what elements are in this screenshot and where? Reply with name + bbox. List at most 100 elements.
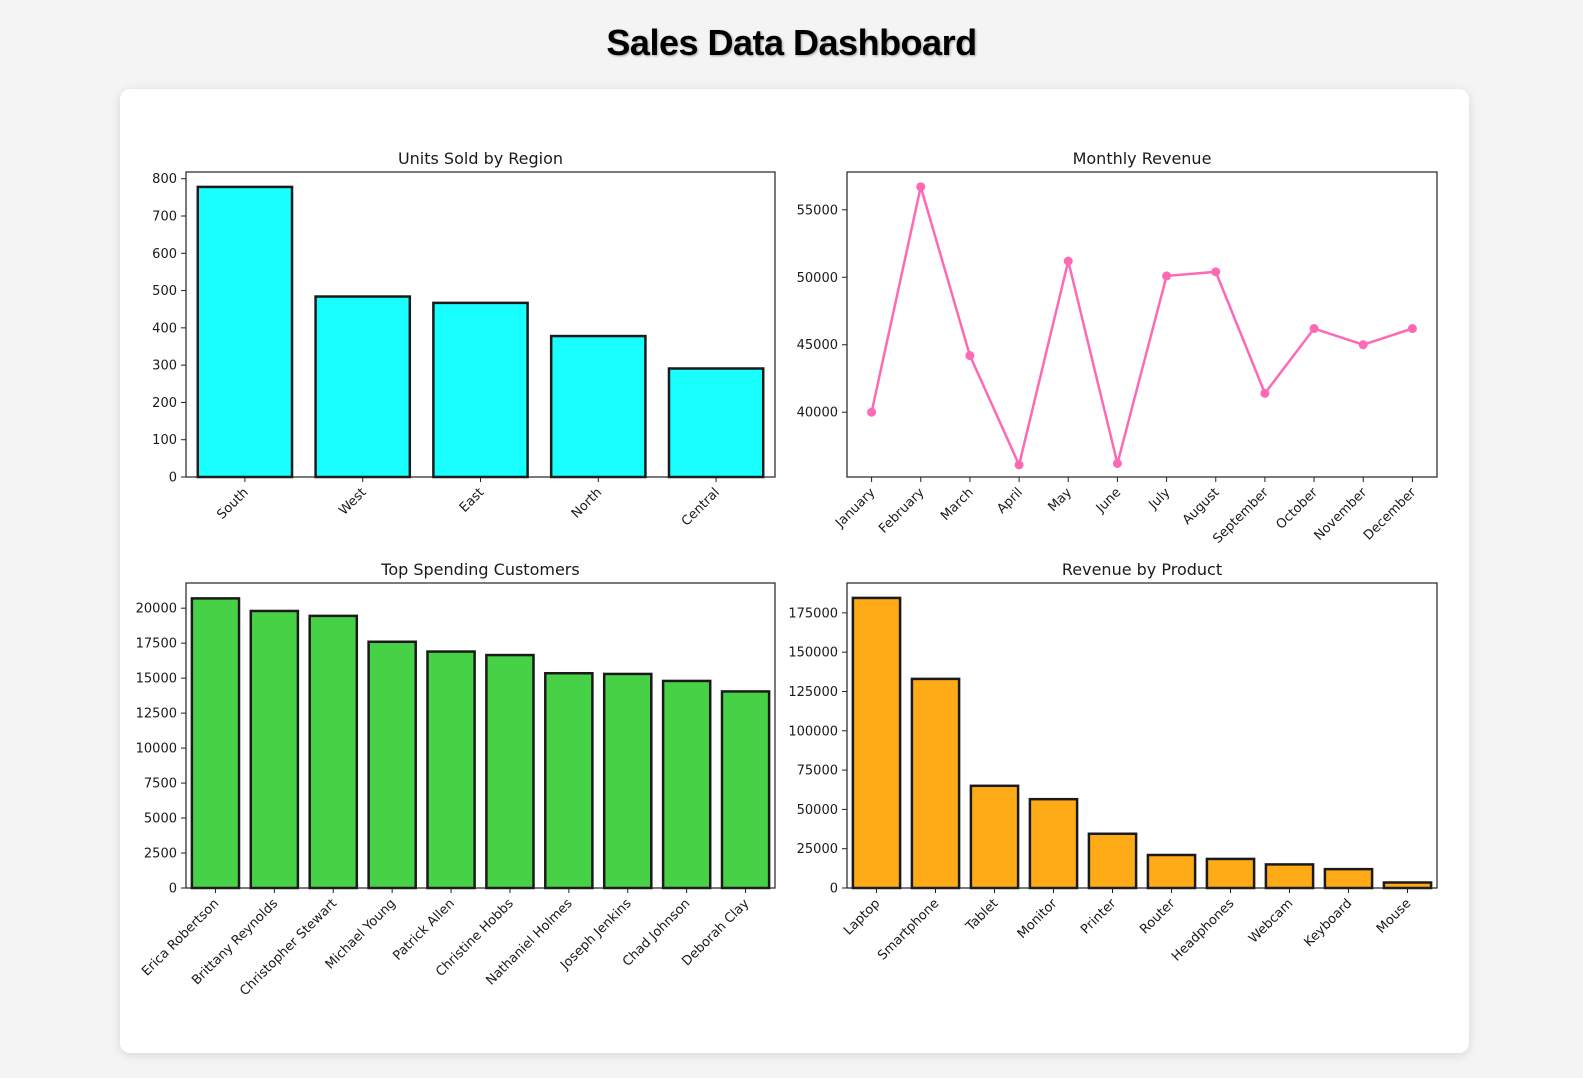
x-tick-label: Christopher Stewart bbox=[237, 896, 340, 999]
y-tick-label: 0 bbox=[830, 882, 838, 897]
x-tick-label: Printer bbox=[1078, 896, 1120, 938]
bar bbox=[1205, 857, 1256, 890]
y-tick-label: 50000 bbox=[797, 271, 838, 286]
bar bbox=[851, 596, 902, 890]
y-tick-label: 0 bbox=[169, 471, 177, 486]
y-tick-label: 700 bbox=[152, 209, 177, 224]
bar bbox=[602, 672, 653, 890]
chart-2: Monthly Revenue 40000 45000 50000 55000 Janua… bbox=[797, 149, 1438, 547]
chart-3: Top Spending Customers 0 2500 5000 7500 10000… bbox=[136, 560, 776, 999]
bar bbox=[432, 301, 529, 479]
y-tick-label: 15000 bbox=[136, 672, 177, 687]
y-tick-label: 150000 bbox=[788, 646, 838, 661]
x-tick-label: Laptop bbox=[841, 896, 883, 938]
x-tick-label: East bbox=[457, 485, 487, 515]
data-point bbox=[1162, 271, 1172, 281]
x-tick-label: Central bbox=[679, 485, 723, 529]
x-tick-label: Monitor bbox=[1015, 896, 1061, 942]
bar bbox=[308, 614, 359, 890]
bar bbox=[1028, 797, 1079, 890]
bar bbox=[1382, 881, 1433, 890]
bar bbox=[314, 295, 412, 479]
bar bbox=[667, 367, 765, 479]
y-tick-label: 500 bbox=[152, 284, 177, 299]
data-point bbox=[1014, 460, 1024, 470]
data-point bbox=[1358, 340, 1368, 350]
y-tick-label: 100 bbox=[152, 433, 177, 448]
y-tick-label: 2500 bbox=[144, 847, 177, 862]
y-tick-label: 45000 bbox=[797, 338, 838, 353]
bar bbox=[910, 677, 961, 890]
x-tick-label: August bbox=[1180, 485, 1223, 528]
bar bbox=[485, 653, 535, 890]
x-tick-label: April bbox=[994, 485, 1026, 517]
y-tick-label: 100000 bbox=[788, 724, 838, 739]
bar bbox=[661, 679, 712, 890]
x-tick-label: Keyboard bbox=[1302, 896, 1356, 950]
y-tick-label: 125000 bbox=[788, 685, 838, 700]
data-point bbox=[1407, 324, 1417, 334]
x-tick-label: North bbox=[569, 485, 605, 521]
y-tick-label: 12500 bbox=[136, 707, 177, 722]
y-tick-label: 20000 bbox=[136, 602, 177, 617]
x-tick-label: Tablet bbox=[963, 896, 1002, 935]
chart-title: Units Sold by Region bbox=[398, 149, 563, 168]
x-tick-label: May bbox=[1045, 485, 1075, 515]
data-point bbox=[1211, 267, 1221, 277]
chart-4: Revenue by Product 0 25000 50000 75000 100000… bbox=[788, 560, 1438, 964]
bar bbox=[544, 671, 594, 890]
bar bbox=[1264, 863, 1315, 890]
x-tick-label: February bbox=[876, 485, 928, 537]
y-tick-label: 300 bbox=[152, 359, 177, 374]
x-tick-label: March bbox=[938, 485, 977, 524]
chart-title: Monthly Revenue bbox=[1073, 149, 1212, 168]
y-tick-label: 400 bbox=[152, 321, 177, 336]
bar bbox=[549, 334, 647, 479]
bar bbox=[1087, 832, 1138, 890]
y-tick-label: 5000 bbox=[144, 812, 177, 827]
charts-canvas: Units Sold by Region 0 100 200 300 400 500 600 7… bbox=[136, 149, 1438, 999]
page-title: Sales Data Dashboard bbox=[606, 22, 977, 63]
bar bbox=[969, 784, 1020, 890]
x-tick-label: July bbox=[1146, 485, 1174, 513]
bar bbox=[196, 185, 294, 479]
data-point bbox=[1309, 324, 1319, 334]
series-line bbox=[870, 186, 1413, 469]
bar bbox=[426, 650, 476, 890]
y-tick-label: 10000 bbox=[136, 742, 177, 757]
x-tick-label: South bbox=[214, 485, 251, 522]
y-tick-label: 0 bbox=[169, 882, 177, 897]
data-point bbox=[916, 182, 926, 192]
bar bbox=[720, 690, 771, 890]
dashboard-card: Units Sold by Region 0 100 200 300 400 500 600 7… bbox=[120, 89, 1469, 1053]
x-tick-label: December bbox=[1361, 485, 1420, 544]
bar bbox=[190, 597, 241, 890]
x-tick-label: October bbox=[1274, 485, 1322, 533]
y-tick-label: 25000 bbox=[797, 842, 838, 857]
y-tick-label: 55000 bbox=[797, 203, 838, 218]
x-tick-label: West bbox=[336, 485, 369, 518]
x-tick-label: Webcam bbox=[1246, 896, 1296, 946]
x-tick-label: Router bbox=[1137, 896, 1179, 938]
x-tick-label: Smartphone bbox=[875, 896, 942, 963]
data-point bbox=[867, 407, 877, 417]
y-tick-label: 50000 bbox=[797, 803, 838, 818]
chart-1: Units Sold by Region 0 100 200 300 400 500 600 7… bbox=[152, 149, 776, 529]
x-tick-label: January bbox=[832, 485, 878, 531]
y-tick-label: 600 bbox=[152, 247, 177, 262]
bar bbox=[249, 609, 300, 890]
data-point bbox=[1112, 459, 1122, 469]
data-point bbox=[965, 351, 975, 361]
y-tick-label: 800 bbox=[152, 172, 177, 187]
y-tick-label: 17500 bbox=[136, 637, 177, 652]
bar bbox=[1323, 867, 1374, 890]
bar bbox=[367, 640, 417, 890]
x-tick-label: Headphones bbox=[1169, 896, 1237, 964]
y-tick-label: 200 bbox=[152, 396, 177, 411]
x-tick-label: Mouse bbox=[1374, 896, 1414, 936]
chart-title: Top Spending Customers bbox=[380, 560, 579, 579]
y-tick-label: 7500 bbox=[144, 777, 177, 792]
data-point bbox=[1063, 256, 1073, 266]
x-tick-label: June bbox=[1093, 485, 1124, 516]
chart-title: Revenue by Product bbox=[1062, 560, 1222, 579]
